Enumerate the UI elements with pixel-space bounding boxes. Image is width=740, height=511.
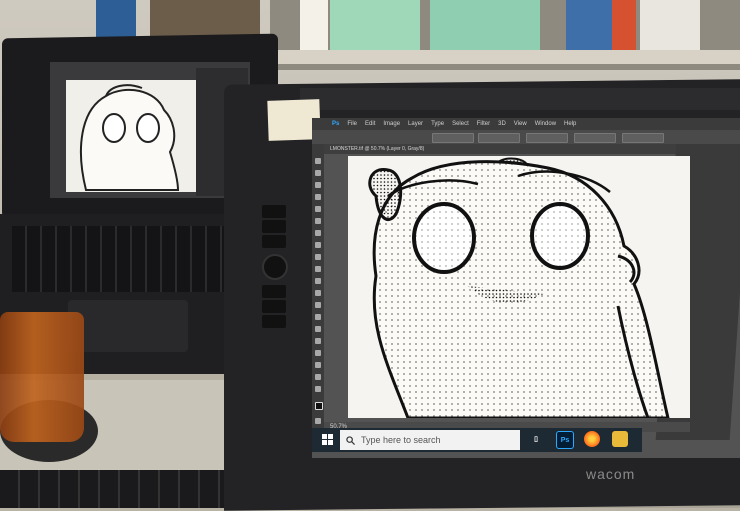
menu-layer[interactable]: Layer — [408, 121, 423, 127]
menu-app[interactable]: Ps — [332, 121, 339, 127]
tablet-top-bezel — [300, 88, 740, 110]
wacom-logo: wacom — [586, 466, 636, 482]
marquee-tool-icon[interactable] — [315, 170, 321, 176]
photoshop-taskbar-icon[interactable]: Ps — [556, 431, 574, 449]
book — [566, 0, 612, 52]
touch-ring-dial[interactable] — [262, 254, 288, 280]
menu-type[interactable]: Type — [431, 121, 444, 127]
express-key[interactable] — [262, 300, 286, 313]
option-button[interactable] — [526, 133, 568, 143]
dodge-tool-icon[interactable] — [315, 314, 321, 320]
binder — [330, 0, 420, 52]
crop-tool-icon[interactable] — [315, 206, 321, 212]
options-bar — [312, 130, 740, 144]
gradient-tool-icon[interactable] — [315, 290, 321, 296]
binder — [430, 0, 540, 52]
option-button[interactable] — [478, 133, 520, 143]
express-key[interactable] — [262, 235, 286, 248]
lasso-tool-icon[interactable] — [315, 182, 321, 188]
path-select-tool-icon[interactable] — [315, 350, 321, 356]
papers — [640, 0, 700, 52]
firefox-icon[interactable] — [584, 431, 600, 447]
move-tool-icon[interactable] — [315, 158, 321, 164]
quick-mask-icon[interactable] — [315, 418, 321, 424]
laptop-drawing — [80, 84, 180, 191]
book — [300, 0, 328, 52]
menu-edit[interactable]: Edit — [365, 121, 375, 127]
menu-image[interactable]: Image — [383, 121, 400, 127]
express-key[interactable] — [262, 315, 286, 328]
search-icon — [346, 435, 355, 445]
shelf-board — [270, 50, 740, 64]
blur-tool-icon[interactable] — [315, 302, 321, 308]
hand-tool-icon[interactable] — [315, 374, 321, 380]
book — [612, 0, 636, 52]
foreground-color-icon[interactable] — [315, 402, 323, 410]
photoshop-window: Ps File Edit Image Layer Type Select Fil… — [312, 118, 740, 458]
option-button[interactable] — [432, 133, 474, 143]
menu-view[interactable]: View — [514, 121, 527, 127]
document-canvas[interactable] — [348, 156, 690, 418]
zoom-tool-icon[interactable] — [315, 386, 321, 392]
windows-start-icon[interactable] — [322, 434, 333, 445]
stamp-tool-icon[interactable] — [315, 254, 321, 260]
pen-tool-icon[interactable] — [315, 326, 321, 332]
menu-select[interactable]: Select — [452, 121, 469, 127]
healing-tool-icon[interactable] — [315, 230, 321, 236]
foreground-keyboard — [0, 470, 230, 508]
express-key[interactable] — [262, 205, 286, 218]
menu-3d[interactable]: 3D — [498, 121, 506, 127]
express-key[interactable] — [262, 220, 286, 233]
menu-help[interactable]: Help — [564, 121, 576, 127]
file-explorer-icon[interactable] — [612, 431, 628, 447]
task-view-icon[interactable]: ▯ — [528, 431, 544, 447]
option-button[interactable] — [574, 133, 616, 143]
history-brush-tool-icon[interactable] — [315, 266, 321, 272]
menu-window[interactable]: Window — [535, 121, 556, 127]
menu-filter[interactable]: Filter — [477, 121, 490, 127]
menu-file[interactable]: File — [347, 121, 357, 127]
eraser-tool-icon[interactable] — [315, 278, 321, 284]
quick-select-tool-icon[interactable] — [315, 194, 321, 200]
brush-tool-icon[interactable] — [315, 242, 321, 248]
taskbar-search-box[interactable]: Type here to search — [340, 430, 520, 450]
tools-panel — [312, 144, 324, 440]
type-tool-icon[interactable] — [315, 338, 321, 344]
laptop-canvas — [66, 80, 196, 192]
search-placeholder: Type here to search — [361, 435, 441, 445]
option-button[interactable] — [622, 133, 664, 143]
menu-bar: Ps File Edit Image Layer Type Select Fil… — [312, 118, 740, 130]
stipple-drawing — [368, 157, 670, 418]
shape-tool-icon[interactable] — [315, 362, 321, 368]
laptop-touchpad — [68, 300, 188, 352]
glass-cup — [0, 312, 84, 442]
eyedropper-tool-icon[interactable] — [315, 218, 321, 224]
express-key[interactable] — [262, 285, 286, 298]
